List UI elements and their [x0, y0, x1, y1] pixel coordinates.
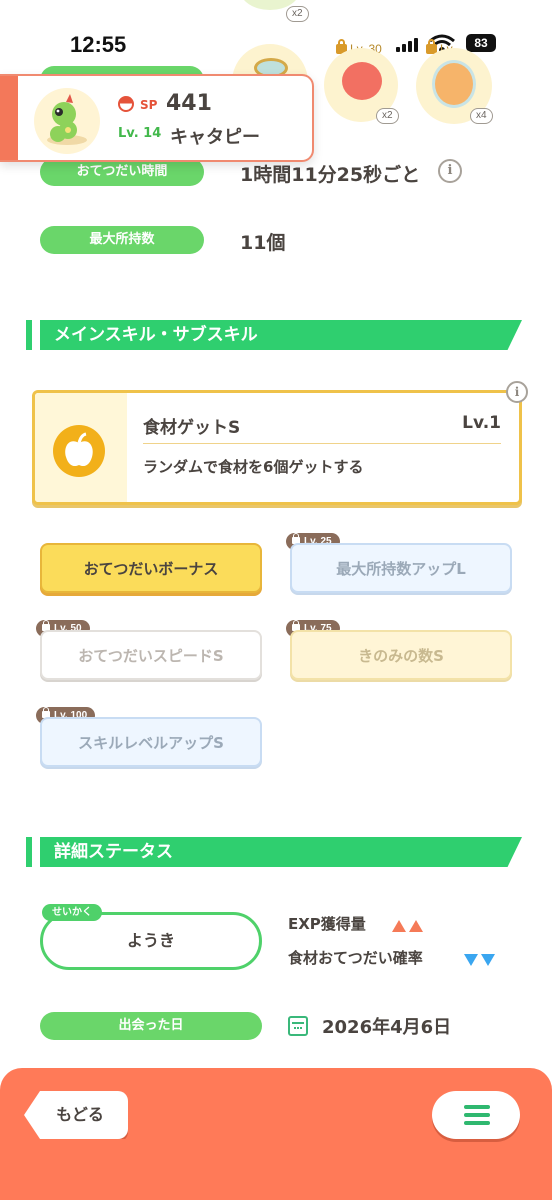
- main-skill-description: ランダムで食材を6個ゲットする: [143, 458, 364, 476]
- help-time-value: 1時間11分25秒ごと: [240, 164, 421, 186]
- sub-skill-berry-count[interactable]: きのみの数S: [290, 630, 512, 680]
- menu-button[interactable]: [432, 1091, 520, 1139]
- apple-icon: [53, 425, 105, 477]
- nature-effect-label: EXP獲得量: [288, 915, 366, 933]
- tomato-icon: [342, 62, 382, 100]
- up-arrow-icon: [409, 920, 423, 932]
- main-skill-level: Lv.1: [462, 413, 501, 433]
- help-time-label: おてつだい時間: [40, 158, 204, 186]
- nature-tag: せいかく: [42, 904, 102, 921]
- caterpie-icon: [47, 94, 87, 145]
- status-time: 12:55: [70, 32, 127, 57]
- section-header-skills: メインスキル・サブスキル: [40, 320, 522, 350]
- section-marker: [26, 837, 32, 867]
- info-icon[interactable]: i: [438, 159, 462, 183]
- divider: [143, 443, 501, 444]
- ingredient-count-badge: x2: [286, 6, 309, 22]
- pokemon-name: キャタピー: [170, 127, 260, 148]
- back-button[interactable]: もどる: [24, 1091, 128, 1139]
- battery-indicator: 83: [466, 34, 496, 52]
- down-arrow-icon: [481, 954, 495, 966]
- sub-skill-help-speed[interactable]: おてつだいスピードS: [40, 630, 262, 680]
- pokemon-summary-card[interactable]: SP 441 Lv. 14 キャタピー: [0, 74, 314, 162]
- nature-effect-label: 食材おてつだい確率: [288, 949, 423, 967]
- sp-label: SP: [140, 98, 158, 112]
- met-date-label: 出会った日: [40, 1012, 262, 1040]
- pokemon-level: Lv. 14: [118, 126, 162, 141]
- section-marker: [26, 320, 32, 350]
- sub-skill-inventory-up[interactable]: 最大所持数アップL: [290, 543, 512, 593]
- stat-down-arrows: [464, 951, 498, 970]
- sub-skill-skill-level-up[interactable]: スキルレベルアップS: [40, 717, 262, 767]
- skill-info-icon[interactable]: i: [506, 381, 528, 403]
- signal-icon: [396, 36, 422, 52]
- sp-value: 441: [166, 91, 212, 116]
- ingredient-count-badge: x2: [376, 108, 399, 124]
- main-skill-name: 食材ゲットS: [143, 418, 241, 438]
- sub-skill-help-bonus[interactable]: おてつだいボーナス: [40, 543, 262, 593]
- up-arrow-icon: [392, 920, 406, 932]
- met-date-value: 2026年4月6日: [322, 1017, 452, 1038]
- max-carry-label: 最大所持数: [40, 226, 204, 254]
- stat-up-arrows: [392, 917, 426, 936]
- ingredient-count-badge: x4: [470, 108, 493, 124]
- section-header-details: 詳細ステータス: [40, 837, 522, 867]
- poke-ball-icon: [118, 96, 134, 112]
- down-arrow-icon: [464, 954, 478, 966]
- card-accent-stripe: [0, 76, 18, 160]
- calendar-icon: [288, 1016, 308, 1036]
- max-carry-value: 11個: [240, 232, 286, 254]
- pokemon-avatar: [34, 88, 100, 154]
- main-skill-card[interactable]: 食材ゲットS Lv.1 ランダムで食材を6個ゲットする: [32, 390, 522, 505]
- honey-jar-icon: [432, 60, 476, 108]
